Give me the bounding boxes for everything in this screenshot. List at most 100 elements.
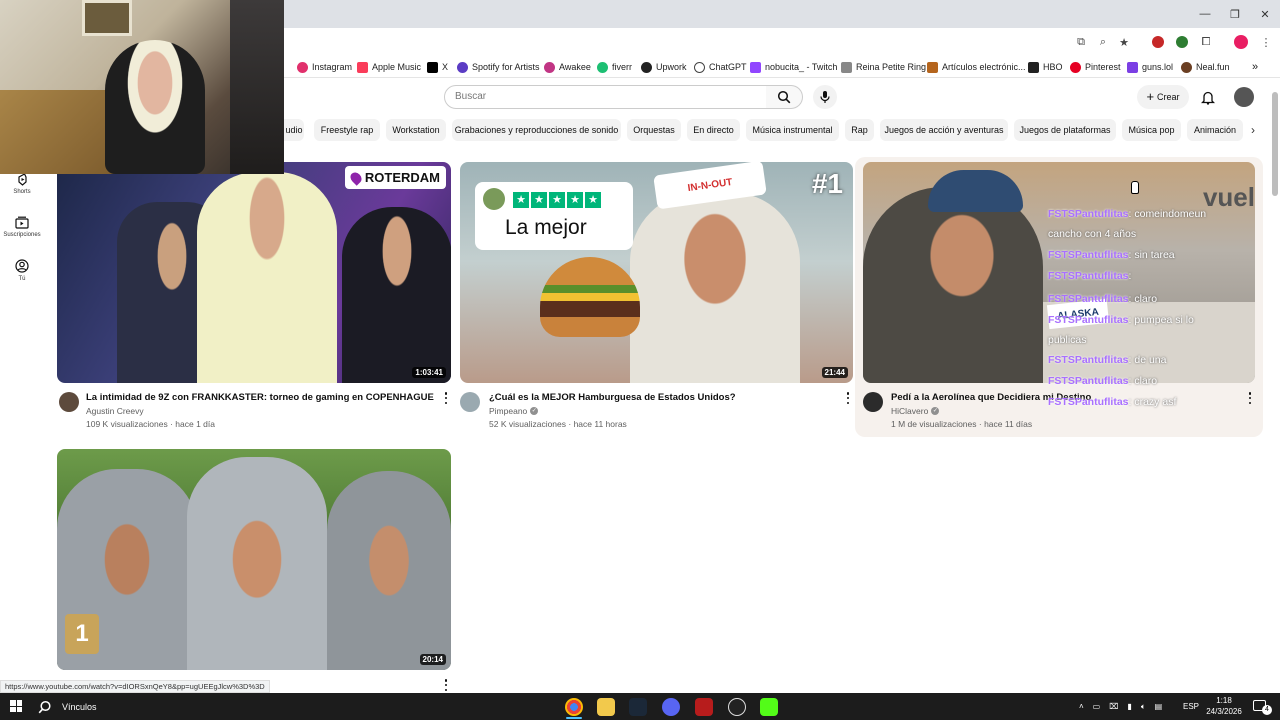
network-icon[interactable]: ▭ [1093,702,1101,711]
bookmark-item[interactable]: guns.lol [1127,56,1173,78]
bookmark-item[interactable]: Artículos electrónic... [927,56,1026,78]
profile-avatar-icon[interactable] [1233,34,1249,50]
thumbnail-knight-right [327,471,451,670]
usb-icon[interactable]: ⌧ [1109,702,1118,711]
chip[interactable]: Rap [845,119,874,141]
install-app-icon[interactable]: ⧉ [1073,34,1089,50]
thumbnail-cap [928,170,1023,212]
close-icon[interactable]: ✕ [1248,0,1280,28]
tray-expand-icon[interactable]: ˄ [1079,702,1084,711]
chip[interactable]: Música pop [1122,119,1181,141]
app-icon[interactable] [695,698,713,716]
chip[interactable]: Música instrumental [746,119,839,141]
create-button[interactable]: + Crear [1137,85,1189,109]
bookmark-item[interactable]: Reina Petite Ring [841,56,926,78]
video-thumbnail[interactable]: 1 20:14 [57,449,451,670]
sidebar-item-shorts[interactable]: Shorts [0,171,44,195]
video-menu-button[interactable] [443,392,449,404]
plus-icon: + [1146,89,1155,104]
restore-icon[interactable]: ❐ [1218,0,1252,28]
x-icon [427,61,438,73]
chip[interactable]: Workstation [386,119,446,141]
thumbnail-person-left [863,187,1043,383]
notifications-button[interactable] [1199,88,1217,106]
bookmark-star-icon[interactable]: ★ [1116,34,1132,50]
bookmark-item[interactable]: X [427,56,448,78]
channel-name[interactable]: HiClavero ✓ [891,406,940,416]
minimize-icon[interactable]: — [1188,0,1222,28]
windows-start-icon[interactable] [10,700,22,712]
bookmark-item[interactable]: Awakee [544,56,591,78]
instagram-icon [297,61,308,73]
chip-partial[interactable]: udio [284,119,304,141]
channel-name[interactable]: Pimpeano ✓ [489,406,539,416]
channel-avatar[interactable] [59,392,79,412]
microphone-icon[interactable]: ▮ [1127,702,1131,711]
ring-icon [841,61,852,73]
bookmark-item[interactable]: nobucita_ - Twitch [750,56,837,78]
zoom-icon[interactable]: ⌕ [1095,34,1111,50]
obs-icon[interactable] [728,698,746,716]
sidebar-item-you[interactable]: Tú [0,258,44,282]
bookmark-item[interactable]: fiverr [597,56,632,78]
page-scrollbar-thumb[interactable] [1272,92,1278,196]
channel-name[interactable]: Agustin Creevy [86,406,144,416]
volume-icon[interactable]: 🔈︎ [1141,702,1146,712]
chip[interactable]: Juegos de acción y aventuras [880,119,1008,141]
chip[interactable]: En directo [687,119,740,141]
bookmarks-overflow-button[interactable]: » [1252,56,1258,78]
bookmark-item[interactable]: ChatGPT [694,56,747,78]
bookmark-item[interactable]: HBO [1028,56,1063,78]
browser-menu-icon[interactable]: ⋮ [1258,34,1274,50]
account-avatar[interactable] [1234,87,1254,107]
clock[interactable]: 1:18 24/3/2026 [1202,695,1246,717]
file-explorer-icon[interactable] [597,698,615,716]
bookmark-item[interactable]: Upwork [641,56,687,78]
chip[interactable]: Freestyle rap [314,119,380,141]
bookmark-item[interactable]: Spotify for Artists [457,56,540,78]
user-icon [15,259,29,273]
video-thumbnail[interactable]: ROTERDAM 1:03:41 [57,162,451,383]
video-meta: 52 K visualizaciones · hace 11 horas [489,419,627,429]
chevron-right-icon[interactable]: › [1246,122,1260,138]
bookmark-item[interactable]: Instagram [297,56,352,78]
extension-red-icon[interactable] [1150,34,1166,50]
chip[interactable]: Orquestas [627,119,681,141]
extensions-puzzle-icon[interactable]: ⧠ [1198,34,1214,50]
chip[interactable]: Grabaciones y reproducciones de sonido [452,119,621,141]
language-indicator[interactable]: ESP [1183,693,1199,720]
thumbnail-person [630,192,800,383]
search-icon [38,700,51,713]
bookmark-item[interactable]: Neal.fun [1181,56,1230,78]
chrome-icon[interactable] [565,698,583,716]
keyboard-icon[interactable]: ▤ [1155,702,1163,711]
microphone-icon [820,91,830,103]
taskbar-search[interactable]: Vínculos [38,693,97,720]
video-menu-button[interactable] [845,392,851,404]
discord-icon[interactable] [662,698,680,716]
video-title[interactable]: La intimidad de 9Z con FRANKKASTER: torn… [86,392,434,403]
channel-avatar[interactable] [863,392,883,412]
voice-search-button[interactable] [813,85,837,109]
kick-icon[interactable] [760,698,778,716]
steam-icon[interactable] [629,698,647,716]
channel-avatar[interactable] [460,392,480,412]
pinterest-icon [1070,61,1081,73]
search-button[interactable] [766,85,803,109]
video-duration: 1:03:41 [412,367,446,378]
video-menu-button[interactable] [443,679,449,691]
webcam-person [105,40,205,174]
bookmark-item[interactable]: Apple Music [357,56,421,78]
guns-icon [1127,61,1138,73]
awakee-icon [544,61,555,73]
extension-green-icon[interactable] [1174,34,1190,50]
taskbar-active-indicator [566,717,582,719]
video-thumbnail[interactable]: IN-N-OUT ★ ★ ★ ★ ★ La mejor #1 21:44 [460,162,853,383]
sidebar-item-subscriptions[interactable]: Suscripciones [0,214,44,238]
search-input[interactable]: Buscar [444,85,767,109]
chip[interactable]: Juegos de plataformas [1014,119,1116,141]
bookmark-item[interactable]: Pinterest [1070,56,1121,78]
video-title[interactable]: ¿Cuál es la MEJOR Hamburguesa de Estados… [489,392,736,403]
subscriptions-icon [15,216,29,229]
chip[interactable]: Animación [1187,119,1243,141]
